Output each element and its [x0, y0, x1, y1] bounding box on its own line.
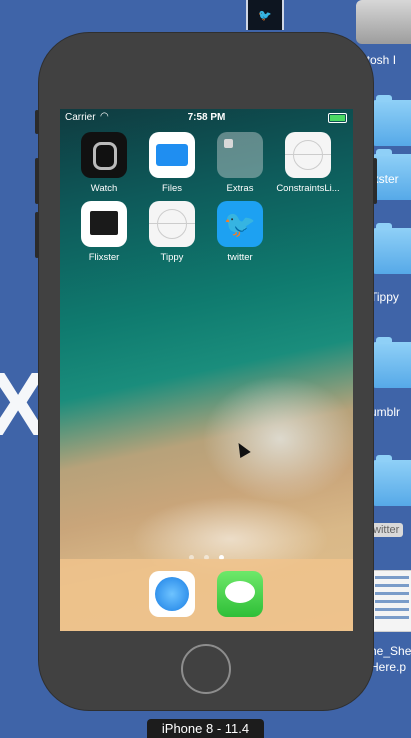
document-label-line2: Here.p [370, 660, 407, 674]
watch-icon [81, 132, 127, 178]
home-button[interactable] [181, 644, 231, 694]
placeholder-app-icon [285, 132, 331, 178]
mute-switch [35, 110, 39, 134]
files-icon [149, 132, 195, 178]
app-label: Flixster [88, 252, 120, 263]
app-watch[interactable]: Watch [70, 132, 138, 194]
folder-icon[interactable] [372, 455, 411, 506]
placeholder-app-icon [149, 201, 195, 247]
folder-icon[interactable] [372, 337, 411, 388]
dock-messages[interactable] [206, 571, 274, 617]
battery-icon [328, 113, 347, 123]
app-label: twitter [227, 252, 253, 263]
app-constraints-lib[interactable]: ConstraintsLi... [274, 132, 342, 194]
document-label-line1: he_She [370, 644, 411, 658]
simulator-device-label: iPhone 8 - 11.4 [147, 719, 264, 738]
hard-drive-icon[interactable] [356, 0, 411, 44]
dock [60, 559, 353, 631]
folder-label-tippy: Tippy [370, 290, 399, 304]
power-button [373, 158, 377, 204]
extras-folder-icon [217, 132, 263, 178]
volume-down-button [35, 212, 39, 258]
home-screen: Carrier ◠ 7:58 PM Watch Files Extras Con… [60, 109, 353, 631]
folder-icon[interactable] [372, 95, 411, 146]
app-label: Tippy [160, 252, 184, 263]
folder-extras[interactable]: Extras [206, 132, 274, 194]
app-label: Files [161, 183, 183, 194]
app-tippy[interactable]: Tippy [138, 201, 206, 263]
clapperboard-icon [81, 201, 127, 247]
app-files[interactable]: Files [138, 132, 206, 194]
status-bar: Carrier ◠ 7:58 PM [60, 109, 353, 127]
twitter-folder-label: witter [369, 523, 404, 537]
dock-safari[interactable] [138, 571, 206, 617]
app-label: Extras [226, 183, 254, 194]
twitter-bird-icon: 🐦 [217, 201, 263, 247]
twitter-dock-icon[interactable]: 🐦 [246, 0, 284, 30]
safari-compass-icon [149, 571, 195, 617]
app-label: ConstraintsLi... [276, 183, 340, 194]
folder-label-tumblr: umblr [370, 405, 401, 419]
status-time: 7:58 PM [187, 112, 226, 123]
app-flixster[interactable]: Flixster [70, 201, 138, 263]
document-thumbnail[interactable] [371, 570, 411, 632]
messages-bubble-icon [217, 571, 263, 617]
volume-up-button [35, 158, 39, 204]
app-twitter[interactable]: 🐦 twitter [206, 201, 274, 263]
folder-icon[interactable] [372, 223, 411, 274]
app-label: Watch [90, 183, 118, 194]
